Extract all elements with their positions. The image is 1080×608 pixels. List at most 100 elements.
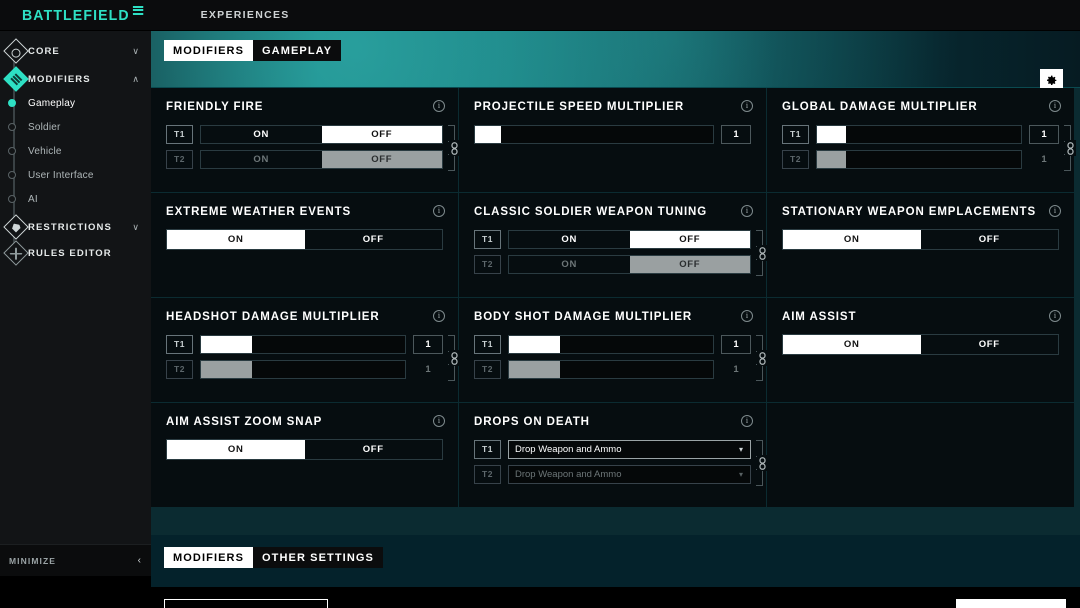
slider-rows: 1 (474, 124, 751, 149)
bottom-tab-other-settings[interactable]: OTHER SETTINGS (253, 547, 383, 568)
slider-track[interactable] (474, 124, 714, 144)
toggle-aim-assist: ON OFF (782, 334, 1059, 355)
team-badge-t1[interactable]: T1 (166, 124, 193, 144)
info-icon[interactable]: i (1049, 310, 1061, 322)
hero-banner: MODIFIERS GAMEPLAY (151, 31, 1080, 92)
bottom-tabs-bar: MODIFIERS OTHER SETTINGS (151, 535, 1080, 587)
card-empty-slot (767, 403, 1074, 507)
team-link-control (754, 334, 768, 382)
team-badge-t2[interactable]: T2 (782, 149, 809, 169)
rules-editor-diamond-icon (3, 240, 29, 266)
info-icon[interactable]: i (741, 310, 753, 322)
footer-bar: ‹ GAME MODE DETAILS SOLDIER › (151, 587, 1080, 608)
info-icon[interactable]: i (741, 100, 753, 112)
sidebar-item-gameplay[interactable]: Gameplay (0, 91, 151, 115)
toggle-option-off[interactable]: OFF (305, 440, 443, 459)
slider-value-input-t1[interactable]: 1 (413, 334, 443, 354)
toggle-option-on[interactable]: ON (509, 231, 630, 248)
bottom-tabs: MODIFIERS OTHER SETTINGS (164, 547, 383, 568)
slider-value-input[interactable]: 1 (721, 124, 751, 144)
toggle-option-off[interactable]: OFF (921, 230, 1059, 249)
sidebar-item-modifiers[interactable]: MODIFIERS ∧ (0, 66, 151, 92)
sidebar-item-soldier[interactable]: Soldier (0, 115, 151, 139)
nav-item-experiences[interactable]: EXPERIENCES (201, 9, 290, 21)
card-title: AIM ASSIST (782, 311, 857, 323)
dropdown-t2: Drop Weapon and Ammo ▾ (508, 464, 751, 484)
modifiers-grid: FRIENDLY FIRE i T1 ON OFF T2 ON OFF PROJ… (151, 88, 1080, 535)
info-icon[interactable]: i (1049, 100, 1061, 112)
sidebar-item-restrictions-label: RESTRICTIONS (28, 221, 112, 233)
slider-value-input-t1[interactable]: 1 (721, 334, 751, 354)
card-projectile-speed-multiplier: PROJECTILE SPEED MULTIPLIER i 1 (459, 88, 766, 192)
dropdown-t1[interactable]: Drop Weapon and Ammo ▾ (508, 439, 751, 459)
sidebar-item-restrictions[interactable]: RESTRICTIONS ∨ (0, 214, 151, 240)
info-icon[interactable]: i (433, 100, 445, 112)
team-badge-t1[interactable]: T1 (782, 124, 809, 144)
team-row-t2: T2 1 (166, 359, 443, 379)
info-icon[interactable]: i (1049, 205, 1061, 217)
chevron-down-icon[interactable]: ∨ (132, 46, 139, 57)
game-mode-details-button[interactable]: ‹ GAME MODE DETAILS (164, 599, 328, 608)
team-badge-t2[interactable]: T2 (166, 149, 193, 169)
minimize-button[interactable]: MINIMIZE ‹ (0, 544, 151, 576)
chevron-down-icon[interactable]: ∨ (132, 222, 139, 233)
team-row-t2: T2 Drop Weapon and Ammo ▾ (474, 464, 751, 484)
toggle-option-on[interactable]: ON (783, 335, 921, 354)
card-title: GLOBAL DAMAGE MULTIPLIER (782, 101, 978, 113)
nav-dot-icon (8, 99, 16, 107)
info-icon[interactable]: i (433, 415, 445, 427)
soldier-next-button[interactable]: SOLDIER › (956, 599, 1066, 608)
link-chain-icon[interactable] (1065, 140, 1076, 156)
toggle-option-on[interactable]: ON (783, 230, 921, 249)
team-badge-t2[interactable]: T2 (474, 254, 501, 274)
toggle-option-off[interactable]: OFF (921, 335, 1059, 354)
info-icon[interactable]: i (741, 205, 753, 217)
tab-gameplay[interactable]: GAMEPLAY (253, 40, 342, 61)
toggle-option-off[interactable]: OFF (305, 230, 443, 249)
toggle-option-off[interactable]: OFF (629, 230, 750, 248)
link-bracket-bottom (448, 154, 455, 171)
toggle-option-off: OFF (321, 150, 442, 168)
slider-fill (817, 125, 846, 143)
sidebar-item-user-interface[interactable]: User Interface (0, 163, 151, 187)
bottom-tab-modifiers[interactable]: MODIFIERS (164, 547, 254, 568)
slider-track-t1[interactable] (508, 334, 714, 354)
toggle-option-off[interactable]: OFF (321, 125, 442, 143)
nav-dot-icon (8, 147, 16, 155)
team-badge-t1[interactable]: T1 (474, 229, 501, 249)
sidebar-item-core[interactable]: CORE ∨ (0, 38, 151, 64)
sidebar-item-ai[interactable]: AI (0, 187, 151, 211)
team-link-control (1062, 124, 1076, 172)
sidebar-item-vehicle[interactable]: Vehicle (0, 139, 151, 163)
team-row-t1: T1 1 (782, 124, 1059, 144)
toggle-aim-assist-zoom-snap: ON OFF (166, 439, 443, 460)
toggle-option-on[interactable]: ON (167, 440, 305, 459)
sidebar-item-rules-editor[interactable]: RULES EDITOR (0, 240, 151, 266)
card-global-damage-multiplier: GLOBAL DAMAGE MULTIPLIER i T1 1 T2 1 (767, 88, 1076, 192)
team-rows: T1 Drop Weapon and Ammo ▾ T2 Drop Weapon… (474, 439, 751, 489)
team-badge-t1[interactable]: T1 (474, 334, 501, 354)
team-badge-t2[interactable]: T2 (166, 359, 193, 379)
sidebar-item-rules-editor-label: RULES EDITOR (28, 247, 112, 259)
card-title: DROPS ON DEATH (474, 416, 590, 428)
team-badge-t2[interactable]: T2 (474, 359, 501, 379)
team-badge-t1[interactable]: T1 (474, 439, 501, 459)
link-bracket-bottom (756, 364, 763, 381)
chevron-down-icon: ▾ (738, 469, 743, 479)
toggle-option-on[interactable]: ON (201, 126, 322, 143)
info-icon[interactable]: i (433, 205, 445, 217)
info-icon[interactable]: i (741, 415, 753, 427)
chevron-up-icon[interactable]: ∧ (132, 74, 139, 85)
team-badge-t1[interactable]: T1 (166, 334, 193, 354)
slider-track-t1[interactable] (816, 124, 1022, 144)
tab-modifiers[interactable]: MODIFIERS (164, 40, 254, 61)
battlefield-logo[interactable]: BATTLEFIELD (22, 5, 143, 24)
card-title: STATIONARY WEAPON EMPLACEMENTS (782, 206, 1037, 218)
slider-value-input-t1[interactable]: 1 (1029, 124, 1059, 144)
team-badge-t2[interactable]: T2 (474, 464, 501, 484)
info-icon[interactable]: i (433, 310, 445, 322)
slider-track-t1[interactable] (200, 334, 406, 354)
team-link-control (446, 334, 460, 382)
toggle-option-on[interactable]: ON (167, 230, 305, 249)
card-title: BODY SHOT DAMAGE MULTIPLIER (474, 311, 693, 323)
